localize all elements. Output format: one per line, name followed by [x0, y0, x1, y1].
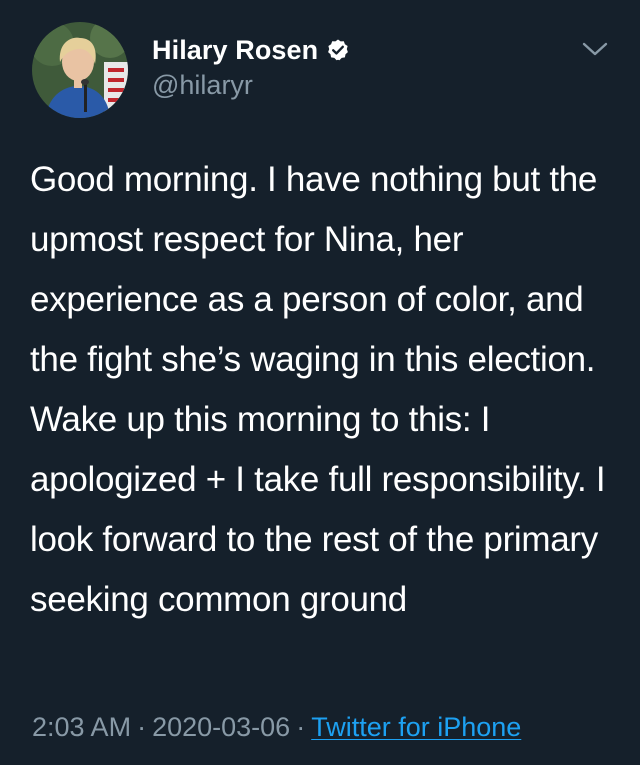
source-link[interactable]: Twitter for iPhone — [311, 712, 521, 742]
separator-dot: · — [137, 712, 147, 742]
tweet-text: Good morning. I have nothing but the upm… — [30, 160, 615, 619]
avatar[interactable] — [32, 22, 128, 118]
separator-dot: · — [296, 712, 306, 742]
tweet-metadata: 2:03 AM · 2020-03-06 · Twitter for iPhone — [32, 712, 521, 743]
display-name[interactable]: Hilary Rosen — [152, 35, 318, 66]
display-name-row: Hilary Rosen — [152, 32, 350, 68]
tweet-header: Hilary Rosen @hilaryr — [32, 22, 616, 122]
tweet-time[interactable]: 2:03 AM — [32, 712, 131, 742]
verified-badge-icon — [326, 38, 350, 62]
avatar-image — [32, 22, 128, 118]
tweet-date[interactable]: 2020-03-06 — [152, 712, 290, 742]
user-handle[interactable]: @hilaryr — [152, 70, 350, 101]
tweet-card: Hilary Rosen @hilaryr Good morning. I ha… — [0, 0, 640, 765]
chevron-down-icon[interactable] — [578, 32, 612, 66]
author-info: Hilary Rosen @hilaryr — [152, 32, 350, 101]
